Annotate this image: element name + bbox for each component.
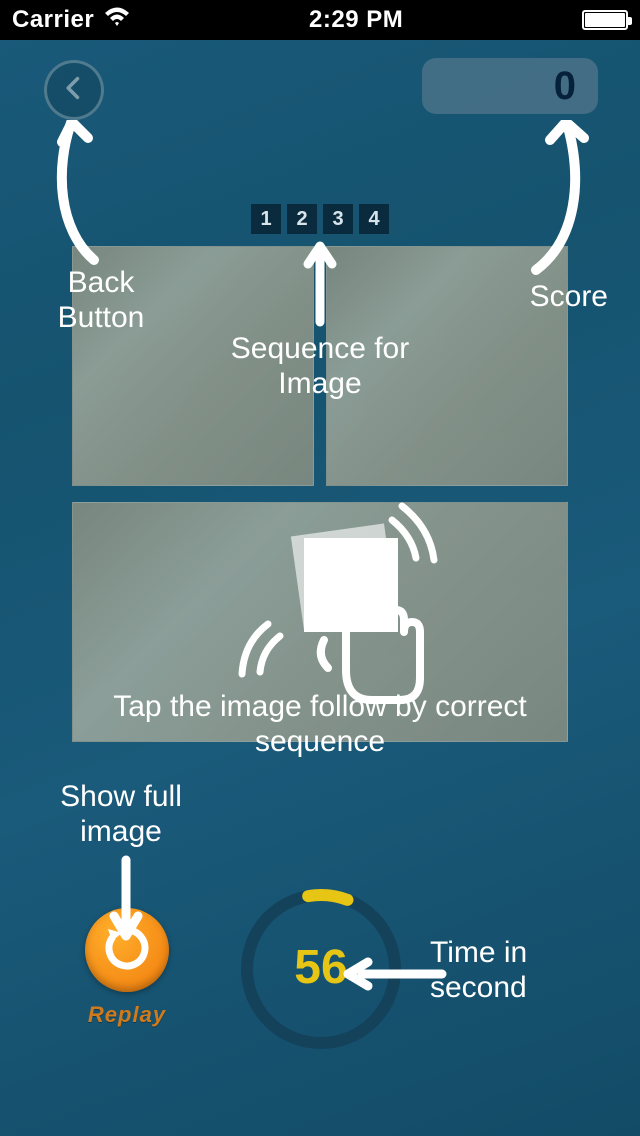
sequence-cell: 3: [323, 204, 353, 234]
image-tile[interactable]: [72, 246, 314, 486]
score-display: 0: [422, 58, 598, 114]
timer: 56: [236, 884, 406, 1054]
carrier-label: Carrier: [12, 6, 94, 34]
chevron-left-icon: [60, 74, 88, 107]
status-bar: Carrier 2:29 PM: [0, 0, 640, 40]
image-tile[interactable]: [326, 246, 568, 486]
replay-button[interactable]: [85, 908, 169, 992]
replay-label: Replay: [80, 1002, 174, 1028]
sequence-indicator: 1 2 3 4: [251, 204, 389, 234]
back-button[interactable]: [44, 60, 104, 120]
sequence-cell: 1: [251, 204, 281, 234]
refresh-icon: [100, 921, 154, 980]
image-tile[interactable]: [72, 502, 568, 742]
replay-area: Replay: [80, 908, 174, 1028]
battery-icon: [582, 10, 628, 30]
wifi-icon: [104, 6, 130, 34]
image-grid: [72, 246, 568, 744]
tutorial-time-label: Time in second: [430, 936, 610, 1005]
sequence-cell: 4: [359, 204, 389, 234]
sequence-cell: 2: [287, 204, 317, 234]
tutorial-showfull-label: Show full image: [36, 780, 206, 849]
score-value: 0: [554, 64, 576, 109]
clock-label: 2:29 PM: [309, 6, 403, 34]
timer-value: 56: [236, 884, 406, 1054]
